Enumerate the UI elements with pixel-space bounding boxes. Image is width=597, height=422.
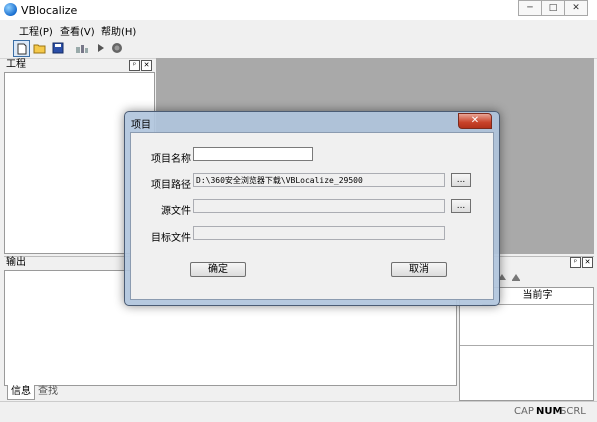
status-cap: CAP bbox=[514, 406, 534, 417]
project-name-label: 项目名称 bbox=[151, 154, 191, 165]
pin-icon[interactable]: ᵖ bbox=[129, 60, 140, 71]
right-panel-close-icon[interactable]: ✕ bbox=[582, 257, 593, 268]
status-bar: CAP NUM SCRL bbox=[0, 401, 597, 422]
cancel-button[interactable]: 取消 bbox=[391, 262, 447, 277]
stop-icon[interactable] bbox=[109, 40, 124, 55]
status-num: NUM bbox=[536, 406, 563, 417]
target-file-input[interactable] bbox=[193, 226, 445, 240]
dialog-body: 项目名称 项目路径 D:\360安全浏览器下载\VBLocalize_29500… bbox=[130, 132, 494, 300]
menu-view[interactable]: 查看(V) bbox=[60, 23, 95, 38]
menu-help[interactable]: 帮助(H) bbox=[101, 23, 136, 38]
status-scrl: SCRL bbox=[560, 406, 586, 417]
open-folder-icon[interactable] bbox=[32, 40, 47, 55]
dialog-close-icon[interactable]: ✕ bbox=[458, 113, 492, 129]
minimize-button[interactable]: ─ bbox=[518, 0, 542, 16]
project-path-input[interactable]: D:\360安全浏览器下载\VBLocalize_29500 bbox=[193, 173, 445, 187]
source-file-input[interactable] bbox=[193, 199, 445, 213]
project-panel-title: 工程 bbox=[6, 59, 26, 70]
output-panel-title: 输出 bbox=[6, 257, 26, 268]
app-icon bbox=[4, 3, 17, 16]
project-panel-close-icon[interactable]: ✕ bbox=[141, 60, 152, 71]
sort-up-icon[interactable] bbox=[497, 272, 521, 285]
save-icon[interactable] bbox=[50, 40, 65, 55]
new-file-icon[interactable] bbox=[13, 40, 30, 57]
browse-source-button[interactable]: ... bbox=[451, 199, 471, 213]
ok-button[interactable]: 确定 bbox=[190, 262, 246, 277]
project-path-label: 项目路径 bbox=[151, 180, 191, 191]
title-bar: VBlocalize ─ □ ✕ bbox=[0, 0, 597, 20]
menu-project[interactable]: 工程(P) bbox=[19, 23, 53, 38]
right-panel-pin-icon[interactable]: ᵖ bbox=[570, 257, 581, 268]
build-icon[interactable] bbox=[74, 40, 89, 55]
window-title: VBlocalize bbox=[21, 4, 78, 17]
maximize-button[interactable]: □ bbox=[541, 0, 565, 16]
toolbar bbox=[0, 38, 597, 59]
target-file-label: 目标文件 bbox=[151, 233, 191, 244]
project-dialog: 项目 ✕ 项目名称 项目路径 D:\360安全浏览器下载\VBLocalize_… bbox=[124, 111, 500, 306]
project-name-input[interactable] bbox=[193, 147, 313, 161]
close-button[interactable]: ✕ bbox=[564, 0, 588, 16]
play-icon[interactable] bbox=[93, 40, 108, 55]
tab-find[interactable]: 查找 bbox=[35, 385, 61, 399]
browse-path-button[interactable]: ... bbox=[451, 173, 471, 187]
dialog-title: 项目 bbox=[131, 120, 151, 131]
tab-info[interactable]: 信息 bbox=[7, 385, 35, 400]
source-file-label: 源文件 bbox=[161, 206, 191, 217]
menu-bar: 工程(P) 查看(V) 帮助(H) bbox=[0, 20, 597, 38]
